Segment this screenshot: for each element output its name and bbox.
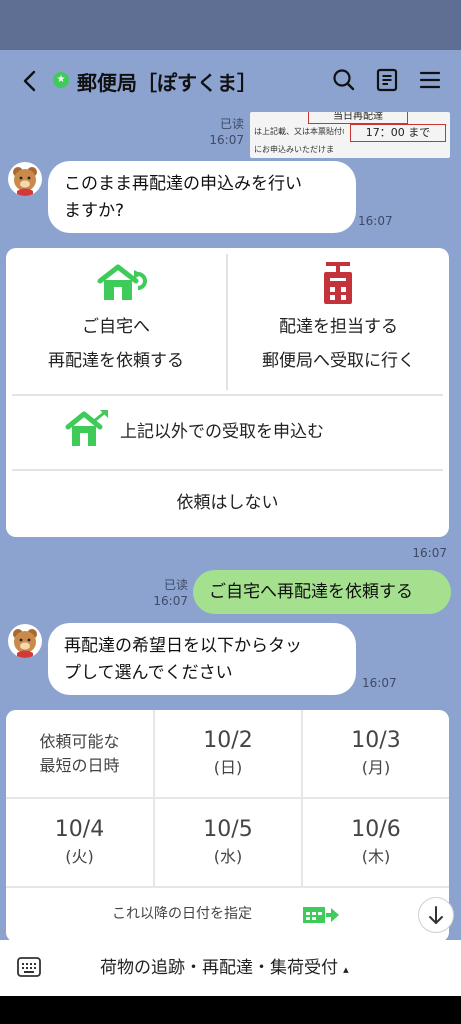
bear-avatar-icon	[13, 629, 37, 658]
date-option[interactable]: 10/3 (月)	[303, 710, 449, 797]
option-no-request[interactable]: 依頼はしない	[6, 471, 449, 535]
option-other-pickup[interactable]: 上記以外での受取を申込む	[6, 396, 449, 468]
thumbnail-text: は上記載、又は本票貼付のシール	[254, 127, 344, 136]
date-weekday: (火)	[65, 847, 94, 866]
message-time: 16:07	[362, 676, 397, 690]
star-badge-icon: ★	[53, 72, 69, 88]
rich-menu-label: 荷物の追跡・再配達・集荷受付	[100, 958, 338, 978]
menu-icon[interactable]	[417, 67, 443, 93]
date-value: 10/3	[351, 728, 401, 753]
message-text-line2: プして選んでください	[64, 663, 233, 683]
caret-up-icon: ▴	[343, 963, 349, 976]
option-post-office-pickup[interactable]: 配達を担当する 郵便局へ受取に行く	[228, 248, 449, 392]
avatar[interactable]	[8, 162, 42, 196]
date-later-label: これ以降の日付を指定	[112, 906, 252, 922]
date-weekday: (木)	[361, 847, 391, 866]
keyboard-icon[interactable]	[17, 957, 41, 977]
date-weekday: (水)	[213, 847, 243, 866]
message-time: 16:07	[209, 133, 244, 147]
date-value: 10/2	[203, 728, 253, 753]
read-receipt: 已读	[163, 578, 188, 592]
post-box-icon	[324, 262, 352, 304]
thumbnail-text-2: にお申込みいただけま	[254, 145, 334, 154]
rich-menu-bar: 荷物の追跡・再配達・集荷受付 ▴	[0, 940, 461, 996]
option-home-line2: 再配達を依頼する	[48, 351, 184, 371]
notes-icon[interactable]	[374, 67, 400, 93]
message-text-line2: ますか?	[64, 201, 125, 221]
date-option[interactable]: 10/5 (水)	[155, 799, 301, 886]
message-bubble: このまま再配達の申込みを行い ますか?	[48, 161, 356, 233]
read-receipt: 已读	[219, 117, 244, 131]
message-text-line1: 再配達の希望日を以下からタッ	[64, 636, 302, 656]
date-earliest-line1: 依頼可能な	[39, 732, 120, 751]
message-time: 16:07	[412, 546, 447, 560]
scroll-down-button[interactable]	[418, 897, 454, 933]
option-home-redeliver[interactable]: ご自宅へ 再配達を依頼する	[6, 248, 226, 392]
option-other-label: 上記以外での受取を申込む	[120, 422, 324, 442]
chat-title[interactable]: 郵便局［ぽすくま］	[77, 67, 257, 96]
image-thumbnail[interactable]: 当日再配達 は上記載、又は本票貼付のシール 17：00 まで にお申込みいただけ…	[250, 112, 450, 158]
date-card: 依頼可能な 最短の日時 10/2 (日) 10/3 (月) 10/4 (火) 1…	[6, 710, 449, 942]
calendar-arrow-icon	[303, 907, 339, 923]
chat-header: ★ 郵便局［ぽすくま］	[0, 50, 461, 112]
date-option[interactable]: 10/6 (木)	[303, 799, 449, 886]
thumbnail-deadline: 17：00 まで	[350, 124, 446, 142]
home-send-icon	[65, 410, 108, 446]
date-earliest[interactable]: 依頼可能な 最短の日時	[6, 710, 153, 797]
back-chevron-icon[interactable]	[16, 67, 44, 95]
status-bar	[0, 0, 461, 50]
search-icon[interactable]	[331, 67, 357, 93]
sent-message-bubble: ご自宅へ再配達を依頼する	[193, 570, 451, 614]
date-value: 10/4	[54, 817, 105, 842]
date-value: 10/6	[351, 817, 401, 842]
avatar[interactable]	[8, 624, 42, 658]
arrow-down-icon	[429, 906, 443, 924]
date-weekday: (月)	[361, 758, 391, 777]
options-card: ご自宅へ 再配達を依頼する 配達を担当する 郵便局へ受取に行く 上記以外での受取…	[6, 248, 449, 537]
date-earliest-line2: 最短の日時	[39, 756, 120, 775]
option-office-line2: 郵便局へ受取に行く	[262, 351, 415, 371]
date-later-button[interactable]: これ以降の日付を指定	[6, 888, 449, 942]
date-weekday: (日)	[213, 758, 243, 777]
message-time: 16:07	[358, 214, 393, 228]
thumbnail-heading: 当日再配達	[308, 112, 408, 124]
option-office-line1: 配達を担当する	[279, 317, 398, 337]
bear-avatar-icon	[13, 167, 37, 196]
rich-menu-toggle[interactable]: 荷物の追跡・再配達・集荷受付 ▴	[100, 954, 400, 982]
message-bubble: 再配達の希望日を以下からタッ プして選んでください	[48, 623, 356, 695]
system-nav-bar	[0, 996, 461, 1024]
home-redeliver-icon	[97, 264, 147, 300]
message-time: 16:07	[153, 594, 188, 608]
date-option[interactable]: 10/4 (火)	[6, 799, 153, 886]
date-value: 10/5	[203, 817, 253, 842]
option-home-line1: ご自宅へ	[82, 317, 150, 337]
option-none-label: 依頼はしない	[176, 493, 279, 513]
date-option[interactable]: 10/2 (日)	[155, 710, 301, 797]
message-text-line1: このまま再配達の申込みを行い	[64, 174, 302, 194]
